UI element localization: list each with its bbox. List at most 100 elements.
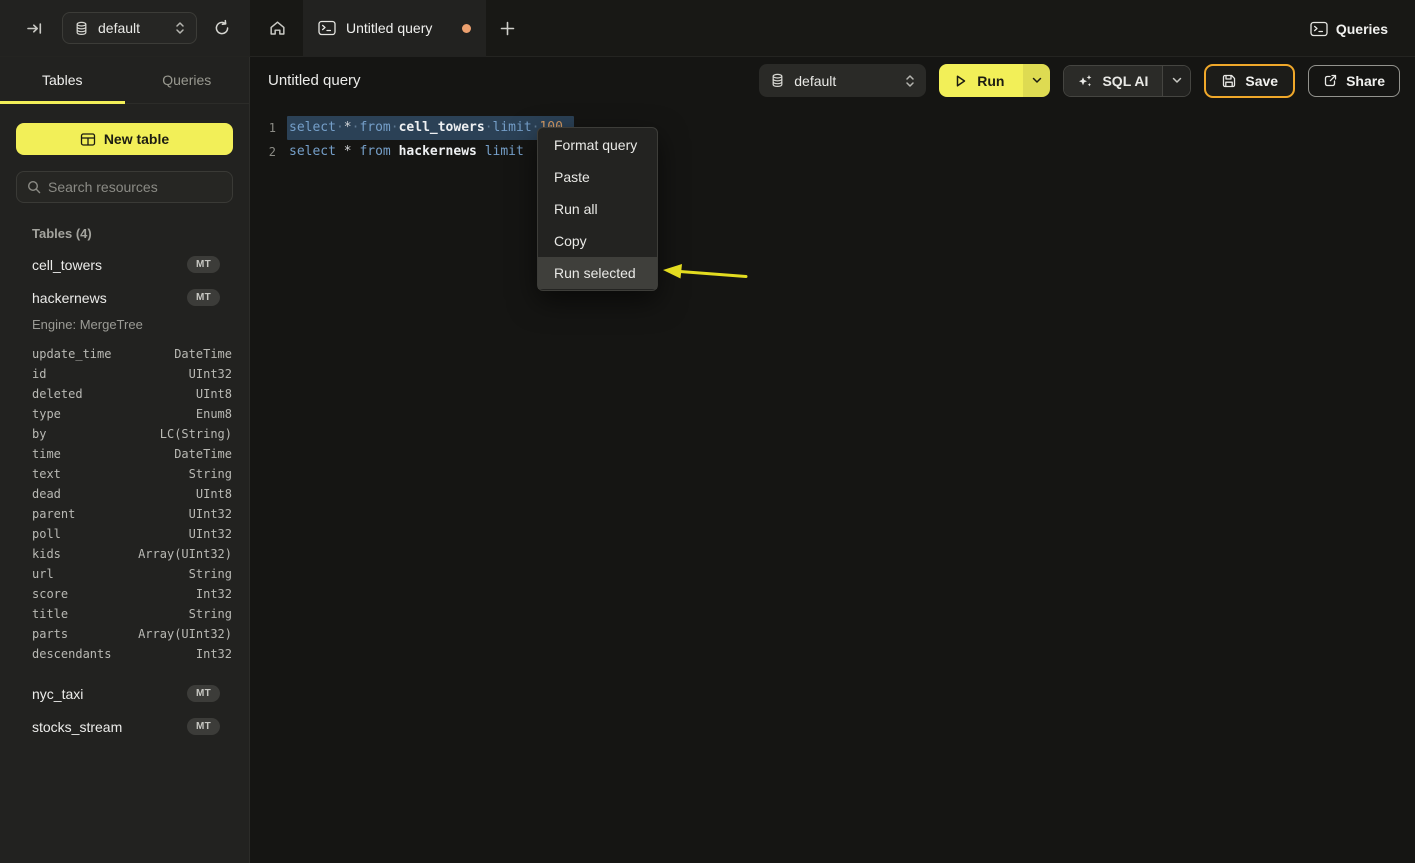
column-type: Array(UInt32): [138, 627, 232, 641]
topbar: default: [0, 0, 1415, 57]
new-table-button[interactable]: New table: [16, 123, 233, 155]
home-button[interactable]: [264, 15, 291, 42]
column-type: Enum8: [196, 407, 232, 421]
table-row-cell_towers[interactable]: cell_towersMT: [0, 248, 249, 281]
column-name: by: [32, 427, 46, 441]
toolbar-database-selector[interactable]: default: [759, 64, 926, 97]
column-type: Int32: [196, 647, 232, 661]
tab-title: Untitled query: [346, 20, 452, 36]
toolbar-database-value: default: [794, 73, 896, 89]
refresh-button[interactable]: [209, 15, 235, 41]
menu-item-paste[interactable]: Paste: [538, 161, 657, 193]
sidebar-tab-tables[interactable]: Tables: [0, 57, 125, 103]
share-external-icon: [1323, 73, 1338, 88]
column-name: type: [32, 407, 61, 421]
share-button[interactable]: Share: [1308, 65, 1400, 97]
sql-editor[interactable]: 1select·*·from·cell_towers·limit·1002 sel…: [250, 104, 1415, 863]
sql-ai-button-label: SQL AI: [1102, 73, 1148, 89]
engine-badge: MT: [187, 256, 220, 273]
table-name: hackernews: [32, 290, 187, 306]
active-tab-underline: [0, 101, 125, 104]
menu-item-copy[interactable]: Copy: [538, 225, 657, 257]
column-name: descendants: [32, 647, 111, 661]
line-number: 2: [250, 140, 276, 164]
column-row: idUInt32: [0, 364, 249, 384]
sql-ai-button[interactable]: SQL AI: [1064, 66, 1162, 96]
menu-item-run-selected[interactable]: Run selected: [538, 257, 657, 289]
menu-item-format-query[interactable]: Format query: [538, 129, 657, 161]
column-row: urlString: [0, 564, 249, 584]
database-icon: [770, 73, 785, 88]
column-type: Int32: [196, 587, 232, 601]
sidebar-tab-tables-label: Tables: [42, 72, 82, 88]
column-type: UInt32: [189, 367, 232, 381]
body: Tables Queries New table: [0, 57, 1415, 863]
table-row-hackernews[interactable]: hackernewsMT: [0, 281, 249, 314]
column-row: parentUInt32: [0, 504, 249, 524]
search-input[interactable]: [48, 179, 222, 195]
collapse-sidebar-icon: [26, 20, 43, 37]
column-name: poll: [32, 527, 61, 541]
engine-badge: MT: [187, 718, 220, 735]
column-name: time: [32, 447, 61, 461]
column-name: dead: [32, 487, 61, 501]
table-row-stocks_stream[interactable]: stocks_streamMT: [0, 710, 249, 743]
column-name: kids: [32, 547, 61, 561]
column-row: time DateTime: [0, 444, 249, 464]
sql-console-app: default: [0, 0, 1415, 863]
save-button[interactable]: Save: [1204, 64, 1295, 98]
collapse-sidebar-button[interactable]: [22, 16, 47, 41]
engine-badge: MT: [187, 685, 220, 702]
selected-code: select·*·from·cell_towers·limit·100: [287, 116, 574, 140]
new-tab-button[interactable]: [496, 17, 519, 40]
plus-icon: [500, 21, 515, 36]
code-lines: 1select·*·from·cell_towers·limit·1002 sel…: [250, 116, 1415, 164]
run-button-label: Run: [977, 73, 1004, 89]
queries-button[interactable]: Queries: [1310, 21, 1388, 37]
column-type: UInt8: [196, 387, 232, 401]
table-row-nyc_taxi[interactable]: nyc_taxiMT: [0, 677, 249, 710]
topbar-left-section: default: [0, 0, 250, 56]
page-title: Untitled query: [268, 72, 361, 89]
column-type: DateTime: [174, 347, 232, 361]
table-name: cell_towers: [32, 257, 187, 273]
column-type: Array(UInt32): [138, 547, 232, 561]
column-type: UInt32: [189, 527, 232, 541]
column-row: kids Array(UInt32): [0, 544, 249, 564]
column-type: String: [189, 567, 232, 581]
tab-untitled-query[interactable]: Untitled query: [303, 0, 486, 57]
code-line-1[interactable]: 1select·*·from·cell_towers·limit·100: [250, 116, 1415, 140]
run-button[interactable]: Run: [939, 64, 1023, 97]
menu-item-run-all[interactable]: Run all: [538, 193, 657, 225]
editor-context-menu: Format queryPasteRun allCopyRun selected: [537, 127, 658, 291]
sidebar-tab-queries[interactable]: Queries: [125, 57, 250, 103]
chevron-updown-icon: [175, 21, 185, 35]
engine-badge: MT: [187, 289, 220, 306]
column-row: deadUInt8: [0, 484, 249, 504]
column-name: parent: [32, 507, 75, 521]
sql-ai-dropdown[interactable]: [1162, 66, 1190, 96]
sidebar: Tables Queries New table: [0, 57, 250, 863]
run-options-dropdown[interactable]: [1023, 64, 1050, 97]
chevron-down-icon: [1032, 77, 1042, 84]
topbar-database-value: default: [98, 20, 166, 36]
home-icon: [268, 19, 287, 38]
column-row: type Enum8: [0, 404, 249, 424]
save-floppy-icon: [1221, 73, 1237, 89]
column-row: deletedUInt8: [0, 384, 249, 404]
topbar-database-selector[interactable]: default: [62, 12, 197, 44]
code-line-2[interactable]: 2 select * from hackernews limit: [250, 140, 1415, 164]
search-icon: [27, 180, 41, 194]
database-icon: [74, 21, 89, 36]
column-type: DateTime: [174, 447, 232, 461]
code-text: select * from hackernews limit: [289, 140, 532, 164]
main-panel: Untitled query default: [250, 57, 1415, 863]
sidebar-tab-queries-label: Queries: [162, 72, 211, 88]
new-table-label: New table: [104, 131, 169, 147]
table-columns: update_timeDateTimeidUInt32deletedUInt8t…: [0, 344, 249, 664]
table-engine-label: Engine: MergeTree: [0, 314, 249, 336]
queries-button-label: Queries: [1336, 21, 1388, 37]
sidebar-tabs: Tables Queries: [0, 57, 249, 104]
refresh-icon: [213, 19, 231, 37]
tables-section-header: Tables (4): [0, 226, 249, 241]
